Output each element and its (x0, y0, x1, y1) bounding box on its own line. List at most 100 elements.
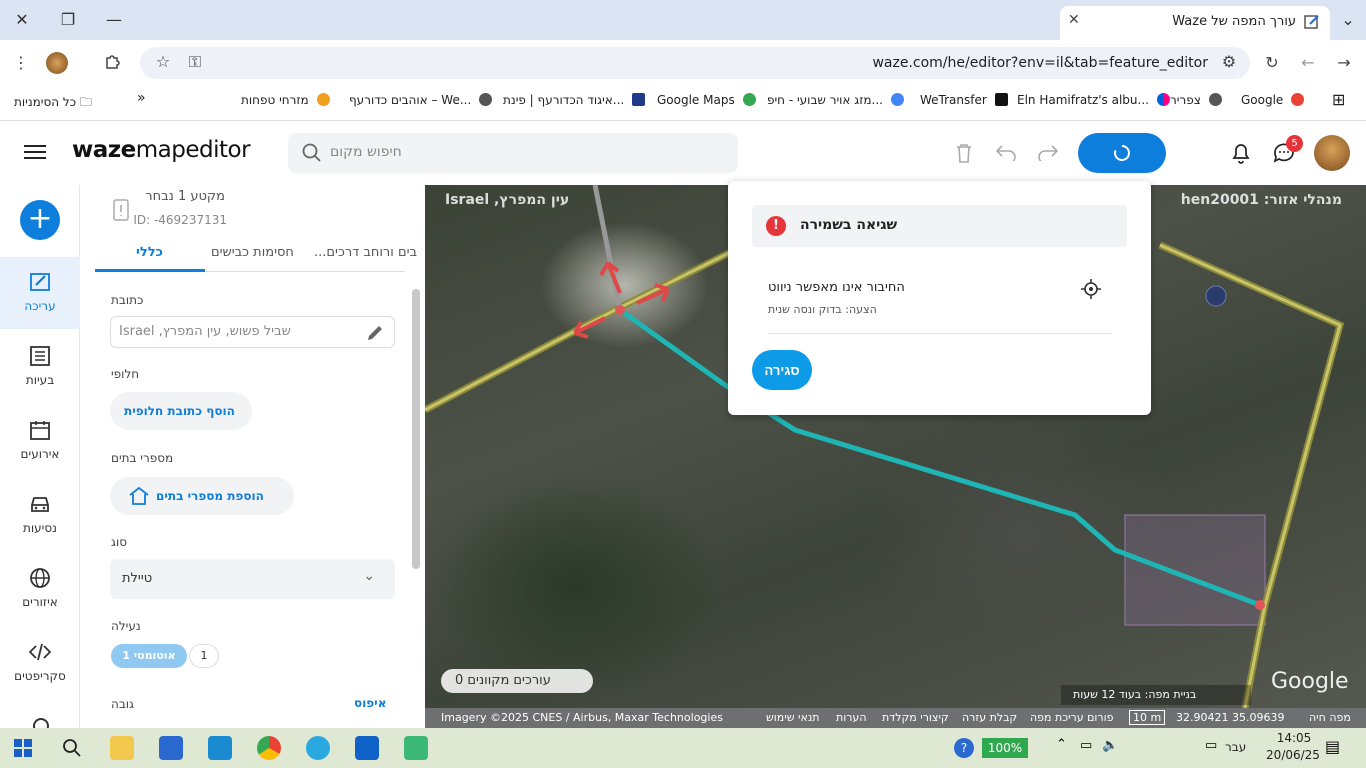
address-bar[interactable]: ☆ ⚿ waze.com/he/editor?env=il&tab=featur… (140, 47, 1250, 79)
clock-date[interactable]: 20/06/25 (1264, 748, 1322, 762)
redo-icon[interactable] (1037, 143, 1059, 161)
nav-item-scripts[interactable]: סקריפטים (0, 627, 80, 699)
bookmarks-overflow-icon[interactable]: » (137, 90, 146, 106)
reload-icon[interactable]: ↻ (1261, 52, 1283, 74)
hamburger-menu-icon[interactable] (24, 141, 46, 163)
app-icon[interactable] (208, 736, 232, 760)
notifications-bell-icon[interactable] (1230, 141, 1252, 165)
footer-link[interactable]: קיצורי מקלדת (882, 711, 949, 724)
taskbar-search-icon[interactable] (62, 738, 82, 758)
outlook-icon[interactable] (355, 736, 379, 760)
place-search[interactable]: חיפוש מקום (288, 133, 738, 173)
battery-icon[interactable]: ▭ (1080, 738, 1092, 753)
browser-menu-icon[interactable]: ⋮ (10, 52, 32, 74)
bookmark-item[interactable]: Eln Hamifratz's albu... (1017, 93, 1170, 107)
bookmarks-bar: כל הסימניות 🗀 » מזרחי טפחות אוהבים כדורע… (0, 85, 1366, 121)
live-map-link[interactable]: מפה חיה (1309, 711, 1351, 724)
password-key-icon[interactable]: ⚿ (184, 51, 206, 73)
area-managers-label: מנהלי אזור: hen20001 (1180, 192, 1342, 208)
tab-general[interactable]: כללי (136, 245, 163, 260)
nav-item-events[interactable]: אירועים (0, 405, 80, 477)
bookmark-star-icon[interactable]: ☆ (152, 51, 174, 73)
tab-road-closures[interactable]: חסימות כבישים (211, 245, 294, 260)
window-close-icon[interactable]: ✕ (10, 8, 34, 32)
app-icon[interactable] (404, 736, 428, 760)
close-dialog-button[interactable]: סגירה (752, 350, 812, 390)
extensions-icon[interactable] (102, 52, 124, 74)
feature-editor-panel: מקטע 1 נבחר ID: -469237131 כללי חסימות כ… (80, 185, 425, 728)
notification-center-icon[interactable]: ▤ (1325, 737, 1340, 756)
chrome-icon[interactable] (257, 736, 281, 760)
bookmark-item[interactable]: צפריר (1170, 93, 1222, 107)
undo-icon[interactable] (995, 143, 1017, 161)
tab-search-icon[interactable]: ⌄ (1336, 8, 1360, 32)
panel-inner-scrollbar[interactable] (412, 289, 420, 569)
address-field[interactable]: שביל פשוש, עין המפרץ, Israel (110, 316, 395, 348)
nav-item-areas[interactable]: איזורים (0, 553, 80, 625)
nav-item-edit[interactable]: עריכה (0, 257, 80, 329)
address-value: שביל פשוש, עין המפרץ, Israel (119, 324, 291, 339)
add-alt-address-button[interactable]: הוסף כתובת חלופית (110, 392, 252, 430)
app-icon[interactable] (306, 736, 330, 760)
trash-icon[interactable] (954, 142, 974, 164)
help-icon[interactable]: ? (954, 738, 974, 758)
network-icon[interactable]: ▭ (1205, 738, 1217, 753)
footer-link[interactable]: הערות (836, 711, 867, 724)
browser-tab[interactable]: ✕ עורך המפה של Waze (1060, 6, 1330, 40)
bookmark-item[interactable]: מזג אויר שבועי - חיפ... (767, 93, 904, 107)
locate-crosshair-icon[interactable] (1081, 279, 1101, 299)
segment-node[interactable] (615, 305, 625, 315)
bookmark-item[interactable]: אוהבים כדורעף – We... (349, 93, 493, 107)
online-editors-pill[interactable]: עורכים מקוונים 0 (441, 669, 593, 693)
venue-polygon[interactable] (1124, 514, 1266, 626)
window-restore-icon[interactable]: ❐ (56, 8, 80, 32)
tab-lanes-width[interactable]: ...בים ורוחב דרכים (314, 245, 417, 260)
footer-link[interactable]: פורום עריכת מפה (1030, 711, 1114, 724)
window-minimize-icon[interactable]: — (102, 8, 126, 32)
battery-indicator[interactable]: 100% (982, 738, 1028, 758)
browser-tab-bar: ✕ ❐ — + ✕ עורך המפה של Waze ⌄ (0, 0, 1366, 40)
bookmark-item[interactable]: מזרחי טפחות (241, 93, 330, 107)
input-language[interactable]: עבר (1225, 740, 1246, 754)
side-street[interactable] (592, 185, 623, 311)
lock-level-chip[interactable]: 1 (189, 644, 219, 668)
all-bookmarks[interactable]: כל הסימניות 🗀 (14, 93, 92, 114)
site-settings-icon[interactable]: ⚙ (1218, 51, 1240, 73)
url-text[interactable]: waze.com/he/editor?env=il&tab=feature_ed… (872, 55, 1208, 71)
edit-pencil-icon[interactable] (366, 324, 384, 342)
tab-title: עורך המפה של Waze (1172, 14, 1296, 29)
place-marker-icon[interactable] (1205, 285, 1227, 307)
footer-link[interactable]: קבלת עזרה (962, 711, 1017, 724)
turn-arrow-icon[interactable] (599, 261, 622, 294)
user-avatar[interactable] (1314, 135, 1350, 171)
tray-chevron-icon[interactable]: ⌃ (1056, 737, 1067, 752)
back-icon[interactable]: → (1333, 52, 1355, 74)
lock-auto-chip[interactable]: אוטומטי 1 (111, 644, 187, 668)
browser-toolbar: ⋮ ☆ ⚿ waze.com/he/editor?env=il&tab=feat… (0, 40, 1366, 85)
segment-node[interactable] (1255, 600, 1265, 610)
bookmark-item[interactable]: WeTransfer (920, 93, 1008, 107)
store-icon[interactable] (159, 736, 183, 760)
file-explorer-icon[interactable] (110, 736, 134, 760)
bookmark-item[interactable]: Google (1241, 93, 1305, 107)
tab-close-icon[interactable]: ✕ (1068, 12, 1080, 28)
clock-time[interactable]: 14:05 (1270, 731, 1318, 745)
add-house-numbers-button[interactable]: הוספת מספרי בתים (110, 477, 294, 515)
road-type-select[interactable]: טיילת ⌄ (110, 559, 395, 599)
nav-item-drives[interactable]: נסיעות (0, 479, 80, 551)
add-feature-button[interactable]: + (20, 200, 60, 240)
forward-icon[interactable]: ← (1297, 52, 1319, 74)
footer-link[interactable]: תנאי שימוש (766, 711, 819, 724)
edit-map-icon (30, 273, 50, 291)
waze-editor-favicon-icon (1304, 15, 1319, 29)
profile-avatar[interactable] (46, 52, 68, 74)
height-reset-link[interactable]: איפוס (354, 696, 386, 710)
nav-item-issues[interactable]: בעיות (0, 331, 80, 403)
bookmark-item[interactable]: איגוד הכדורעף | פינת... (503, 93, 646, 107)
bookmark-item[interactable]: Google Maps (657, 93, 756, 107)
save-button[interactable] (1078, 133, 1166, 173)
settings-gear-icon[interactable] (30, 715, 52, 728)
apps-grid-icon[interactable]: ⊞ (1332, 90, 1345, 109)
volume-icon[interactable]: 🔈 (1102, 738, 1118, 753)
windows-start-icon[interactable] (14, 739, 32, 757)
